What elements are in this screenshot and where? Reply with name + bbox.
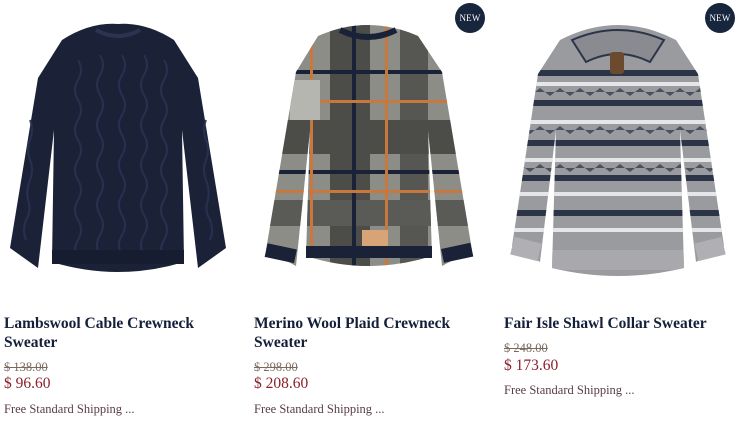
product-card[interactable]: NEW Merino Wool Plaid Crewneck Sweater $… bbox=[250, 0, 488, 421]
sale-price: $ 173.60 bbox=[504, 357, 559, 374]
shipping-note[interactable]: Free Standard Shipping ... bbox=[4, 402, 135, 417]
new-badge: NEW bbox=[705, 3, 735, 33]
product-title[interactable]: Merino Wool Plaid Crewneck Sweater bbox=[254, 314, 484, 352]
sale-price: $ 96.60 bbox=[4, 375, 51, 392]
original-price: $ 248.00 bbox=[504, 341, 548, 355]
original-price: $ 138.00 bbox=[4, 360, 48, 374]
product-title[interactable]: Fair Isle Shawl Collar Sweater bbox=[504, 314, 734, 333]
plaid-sweater-image bbox=[250, 0, 488, 297]
product-grid: Lambswool Cable Crewneck Sweater $ 138.0… bbox=[0, 0, 740, 421]
product-title[interactable]: Lambswool Cable Crewneck Sweater bbox=[4, 314, 234, 352]
new-badge: NEW bbox=[455, 3, 485, 33]
product-image[interactable] bbox=[0, 0, 238, 297]
original-price: $ 298.00 bbox=[254, 360, 298, 374]
shipping-note[interactable]: Free Standard Shipping ... bbox=[254, 402, 385, 417]
product-card[interactable]: NEW Fair Isle Shawl Collar Sweater $ 248… bbox=[500, 0, 738, 421]
product-card[interactable]: Lambswool Cable Crewneck Sweater $ 138.0… bbox=[0, 0, 238, 421]
product-image[interactable]: NEW bbox=[250, 0, 488, 297]
sale-price: $ 208.60 bbox=[254, 375, 309, 392]
product-image[interactable]: NEW bbox=[500, 0, 738, 297]
fair-isle-sweater-image bbox=[500, 0, 738, 297]
navy-cable-sweater-image bbox=[0, 0, 238, 297]
shipping-note[interactable]: Free Standard Shipping ... bbox=[504, 383, 635, 398]
